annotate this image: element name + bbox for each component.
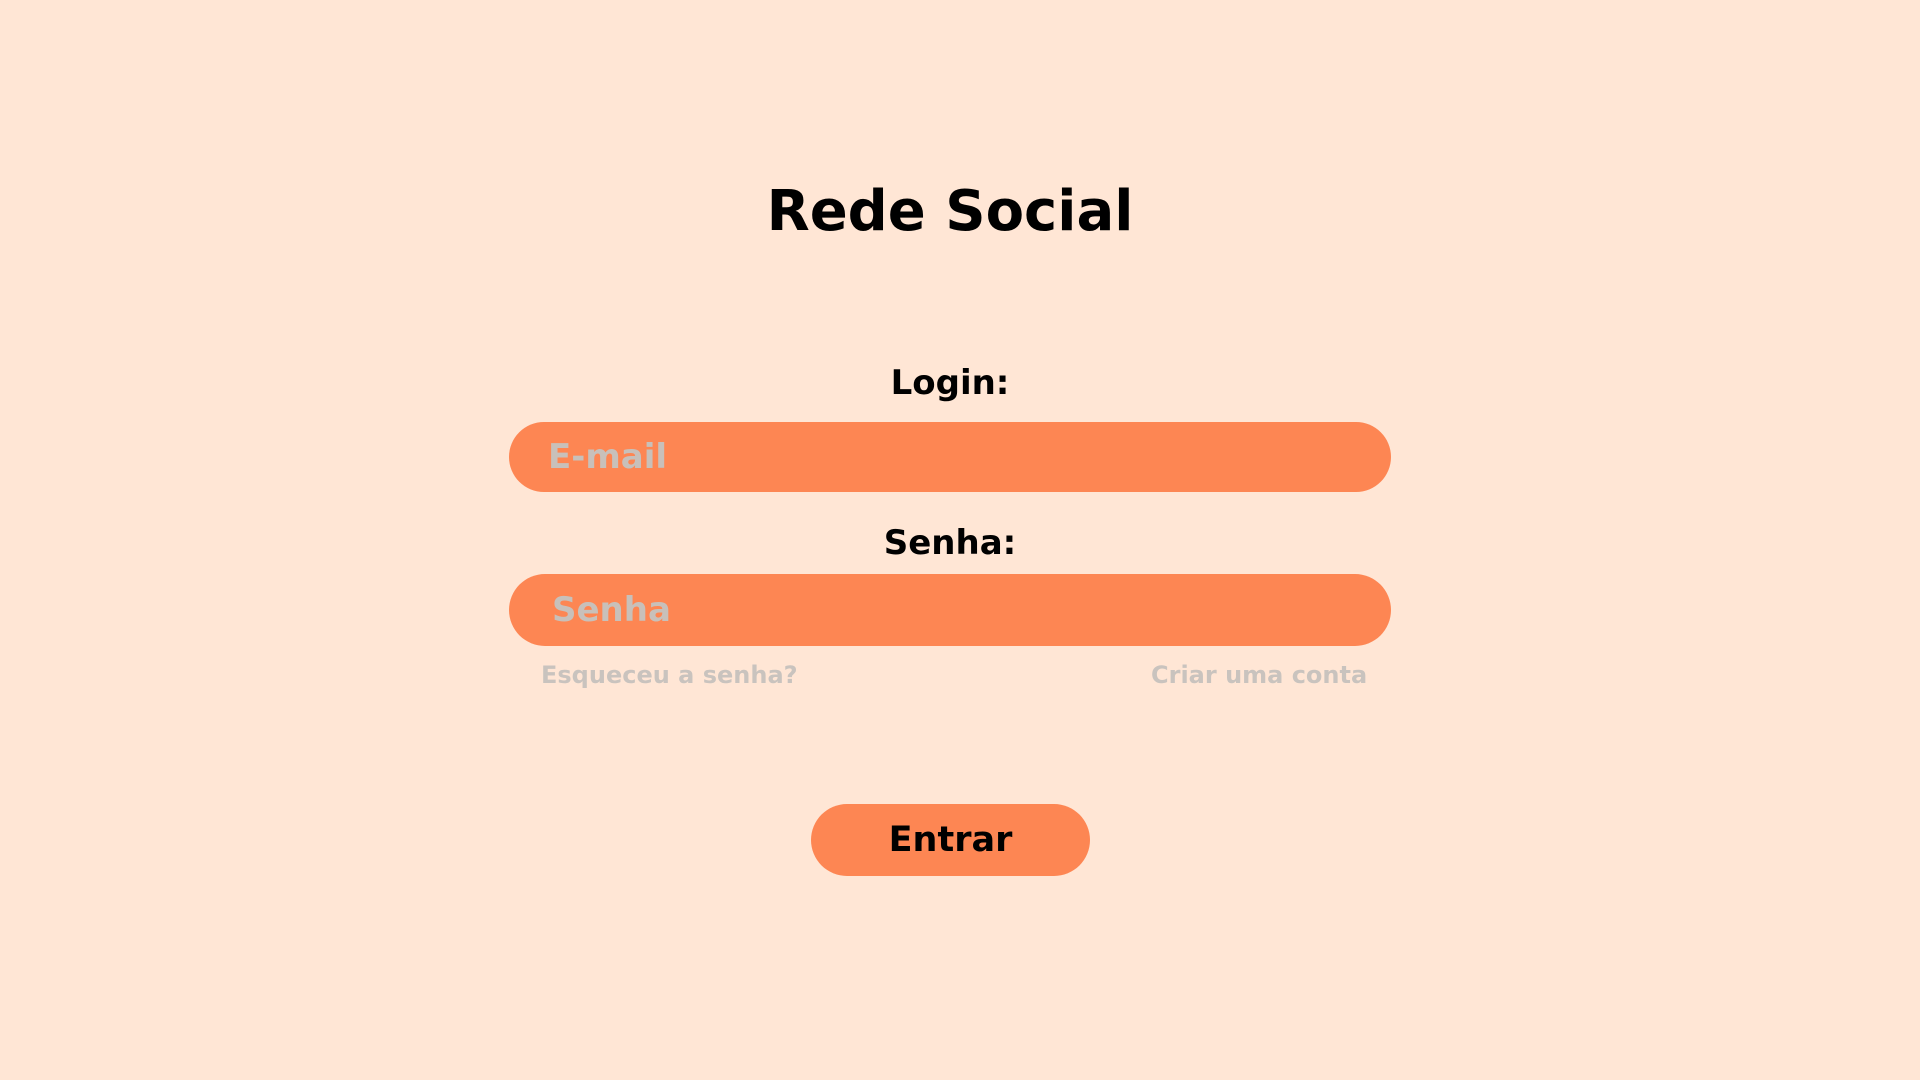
submit-button[interactable]: Entrar [811, 804, 1090, 876]
page-title: Rede Social [766, 179, 1134, 244]
password-label: Senha: [883, 523, 1017, 563]
email-field[interactable] [509, 422, 1391, 492]
forgot-password-link[interactable]: Esqueceu a senha? [541, 659, 798, 691]
login-label: Login: [890, 363, 1010, 403]
password-field[interactable] [509, 574, 1391, 646]
login-page: Rede Social Login: Senha: Esqueceu a sen… [0, 0, 1920, 1080]
create-account-link[interactable]: Criar uma conta [1151, 659, 1367, 691]
